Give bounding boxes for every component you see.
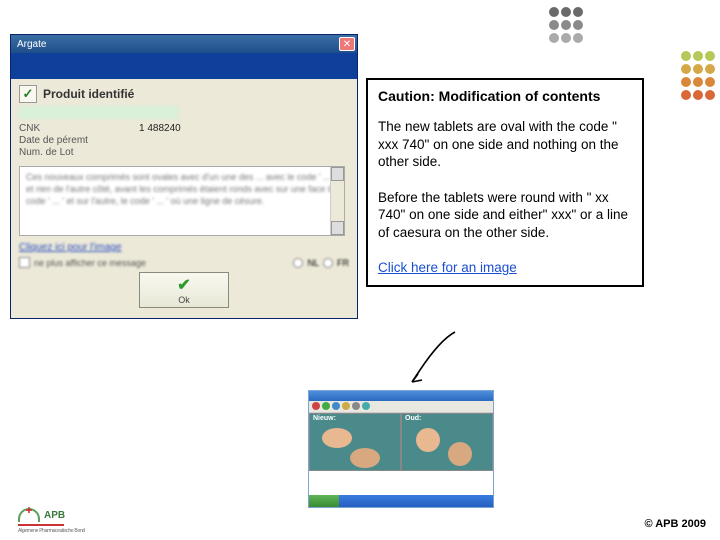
thumbnail-window: Nieuw: Oud: (308, 390, 494, 508)
thumb-toolbar (309, 401, 493, 413)
pill-oval-front (322, 428, 352, 448)
ok-button[interactable]: ✔ Ok (139, 272, 229, 308)
thumb-content: Nieuw: Oud: (309, 413, 493, 471)
cnk-label: CNK (19, 123, 109, 134)
panel-paragraph-2: Before the tablets were round with " xx … (378, 189, 632, 242)
checkbox[interactable] (19, 257, 30, 268)
dialog-window: Argate ✕ ✓ Produit identifié CNK 1 48824… (10, 34, 358, 319)
product-name-blurred (19, 106, 179, 119)
decoration-dots-color (680, 50, 716, 102)
language-radios: NL FR (293, 258, 349, 268)
checkmark-icon: ✓ (19, 85, 37, 103)
ok-label: Ok (178, 295, 190, 305)
logo-arc-icon: ✚ (18, 508, 40, 522)
pill-label-old: Oud: (405, 415, 421, 422)
image-link[interactable]: Cliquez ici pour l'image (19, 242, 349, 253)
toolbar-icon (312, 402, 320, 410)
pill-round-front (416, 428, 440, 452)
pill-panel-old: Oud: (401, 413, 493, 471)
thumb-titlebar (309, 391, 493, 401)
no-show-checkbox-row[interactable]: ne plus afficher ce message (19, 257, 146, 268)
copyright: © APB 2009 (644, 518, 706, 530)
lot-label: Num. de Lot (19, 147, 109, 158)
pill-oval-back (350, 448, 380, 468)
toolbar-icon (352, 402, 360, 410)
radio-fr-label: FR (337, 258, 349, 268)
logo-underline (18, 524, 64, 526)
panel-title: Caution: Modification of contents (378, 88, 632, 104)
thumb-taskbar (309, 495, 493, 507)
toolbar-icon (362, 402, 370, 410)
window-title: Argate (13, 39, 46, 50)
info-panel: Caution: Modification of contents The ne… (366, 78, 644, 287)
pill-label-new: Nieuw: (313, 415, 336, 422)
panel-image-link[interactable]: Click here for an image (378, 260, 517, 275)
scrollbar[interactable] (330, 167, 344, 235)
radio-nl[interactable] (293, 258, 303, 268)
radio-fr[interactable] (323, 258, 333, 268)
scroll-track[interactable] (331, 181, 344, 221)
cnk-value: 1 488240 (139, 123, 181, 134)
logo-subtitle: Algemene Pharmaceutische Bond (18, 528, 85, 534)
product-identified-label: Produit identifié (43, 87, 134, 101)
description-textbox: Ces nouveaux comprimés sont ovales avec … (19, 166, 345, 236)
close-icon[interactable]: ✕ (339, 37, 355, 51)
pill-panel-new: Nieuw: (309, 413, 401, 471)
arrow-icon (400, 330, 470, 390)
description-text: Ces nouveaux comprimés sont ovales avec … (20, 167, 344, 211)
pill-round-back (448, 442, 472, 466)
apb-logo: ✚ APB (18, 508, 65, 522)
expiry-label: Date de péremt (19, 135, 109, 146)
header-strip (11, 53, 357, 79)
radio-nl-label: NL (307, 258, 319, 268)
scroll-up-icon[interactable] (331, 167, 344, 181)
logo-text: APB (44, 510, 65, 521)
ok-check-icon: ✔ (177, 275, 190, 295)
toolbar-icon (332, 402, 340, 410)
titlebar[interactable]: Argate ✕ (11, 35, 357, 53)
thumb-start-button (309, 495, 339, 507)
panel-paragraph-1: The new tablets are oval with the code "… (378, 118, 632, 171)
decoration-dots-grey (548, 6, 584, 45)
scroll-down-icon[interactable] (331, 221, 344, 235)
toolbar-icon (342, 402, 350, 410)
no-show-label: ne plus afficher ce message (34, 258, 146, 268)
toolbar-icon (322, 402, 330, 410)
